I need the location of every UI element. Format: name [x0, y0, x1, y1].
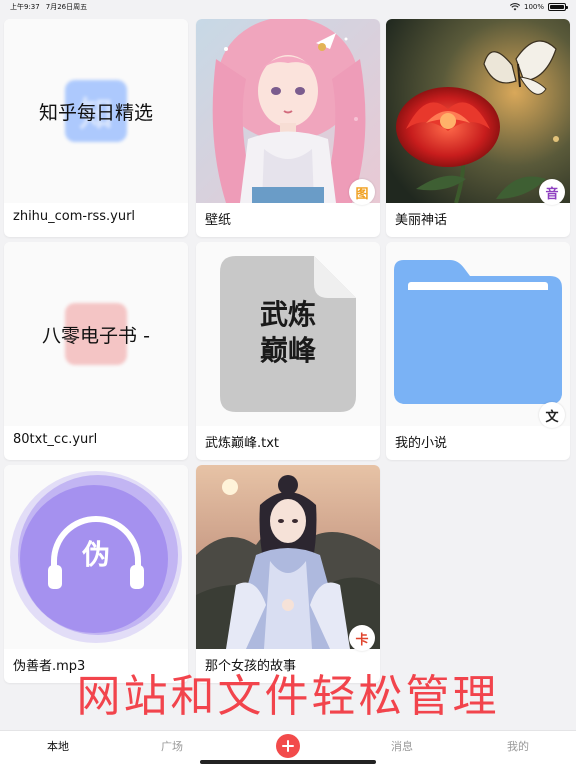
- status-right: 100%: [509, 3, 568, 11]
- status-left: 上午9:37 7月26日周五: [10, 2, 87, 12]
- tab-local[interactable]: 本地: [28, 731, 88, 761]
- file-card-hypocrite-mp3[interactable]: 伪 伪善者.mp3: [4, 465, 188, 683]
- status-time: 上午9:37: [10, 3, 40, 11]
- file-name: 美丽神话: [395, 213, 448, 228]
- girl-story-image: [196, 465, 380, 649]
- status-bar: 上午9:37 7月26日周五 100%: [0, 0, 576, 14]
- promo-caption: 网站和文件轻松管理: [76, 671, 500, 722]
- text-document-thumbnail: 武炼巅峰: [196, 242, 380, 426]
- add-button[interactable]: [276, 734, 300, 758]
- tab-label: 广场: [161, 740, 183, 753]
- file-name: zhihu_com-rss.yurl: [13, 209, 136, 224]
- tab-label: 消息: [391, 740, 413, 753]
- folder-thumbnail: [386, 242, 570, 426]
- image-type-badge: 图: [349, 179, 375, 205]
- tab-label: 我的: [507, 740, 529, 753]
- file-card-80txt[interactable]: 八零电子书 - 80txt_cc.yurl: [4, 242, 188, 460]
- ancient-girl-sunset-illustration: [196, 465, 380, 649]
- wifi-icon: [509, 3, 520, 11]
- website-title: 知乎每日精选: [38, 101, 153, 124]
- tab-messages[interactable]: 消息: [372, 731, 432, 761]
- website-thumbnail: 知 知乎每日精选: [4, 19, 188, 203]
- file-name: 80txt_cc.yurl: [13, 432, 98, 447]
- file-name: 壁纸: [205, 213, 232, 228]
- tab-mine[interactable]: 我的: [488, 731, 548, 761]
- app-screen: 上午9:37 7月26日周五 100% 知 知乎每日精选 zhihu_com-r…: [0, 0, 576, 768]
- audio-title-char: 伪: [81, 538, 110, 571]
- website-title: 八零电子书 -: [42, 324, 150, 347]
- file-name: 武炼巅峰.txt: [205, 436, 280, 451]
- badge-char: 音: [545, 186, 559, 202]
- status-date: 7月26日周五: [45, 3, 88, 11]
- home-indicator: [200, 760, 376, 764]
- file-card-zhihu[interactable]: 知 知乎每日精选 zhihu_com-rss.yurl: [4, 19, 188, 237]
- file-card-my-novels[interactable]: 文 我的小说: [386, 242, 570, 460]
- file-card-wulian-txt[interactable]: 武炼巅峰 武炼巅峰.txt: [196, 242, 380, 460]
- audio-thumbnail: 伪: [4, 465, 188, 649]
- battery-icon: [548, 3, 568, 11]
- text-type-badge: 文: [539, 402, 565, 428]
- badge-char: 图: [355, 186, 369, 202]
- anime-girl-pink-illustration: [196, 19, 380, 203]
- wallpaper-image: [196, 19, 380, 203]
- red-rose-butterfly-illustration: [386, 19, 570, 203]
- file-card-girl-story[interactable]: 卡 那个女孩的故事: [196, 465, 380, 683]
- plus-icon: [282, 740, 294, 752]
- tab-square[interactable]: 广场: [142, 731, 202, 761]
- card-type-badge: 卡: [349, 625, 375, 651]
- battery-fill: [550, 5, 564, 9]
- file-card-beautiful-myth[interactable]: 音 美丽神话: [386, 19, 570, 237]
- badge-char: 卡: [355, 632, 369, 648]
- badge-char: 文: [545, 409, 559, 425]
- file-card-wallpaper[interactable]: 图 壁纸: [196, 19, 380, 237]
- audio-type-badge: 音: [539, 179, 565, 205]
- website-thumbnail: 八零电子书 -: [4, 242, 188, 426]
- tab-label: 本地: [47, 740, 69, 753]
- folder-icon: [394, 260, 562, 404]
- file-name: 我的小说: [395, 436, 448, 451]
- rose-butterfly-image: [386, 19, 570, 203]
- document-title-text: 武炼巅峰: [259, 298, 316, 367]
- battery-percent: 100%: [523, 3, 544, 11]
